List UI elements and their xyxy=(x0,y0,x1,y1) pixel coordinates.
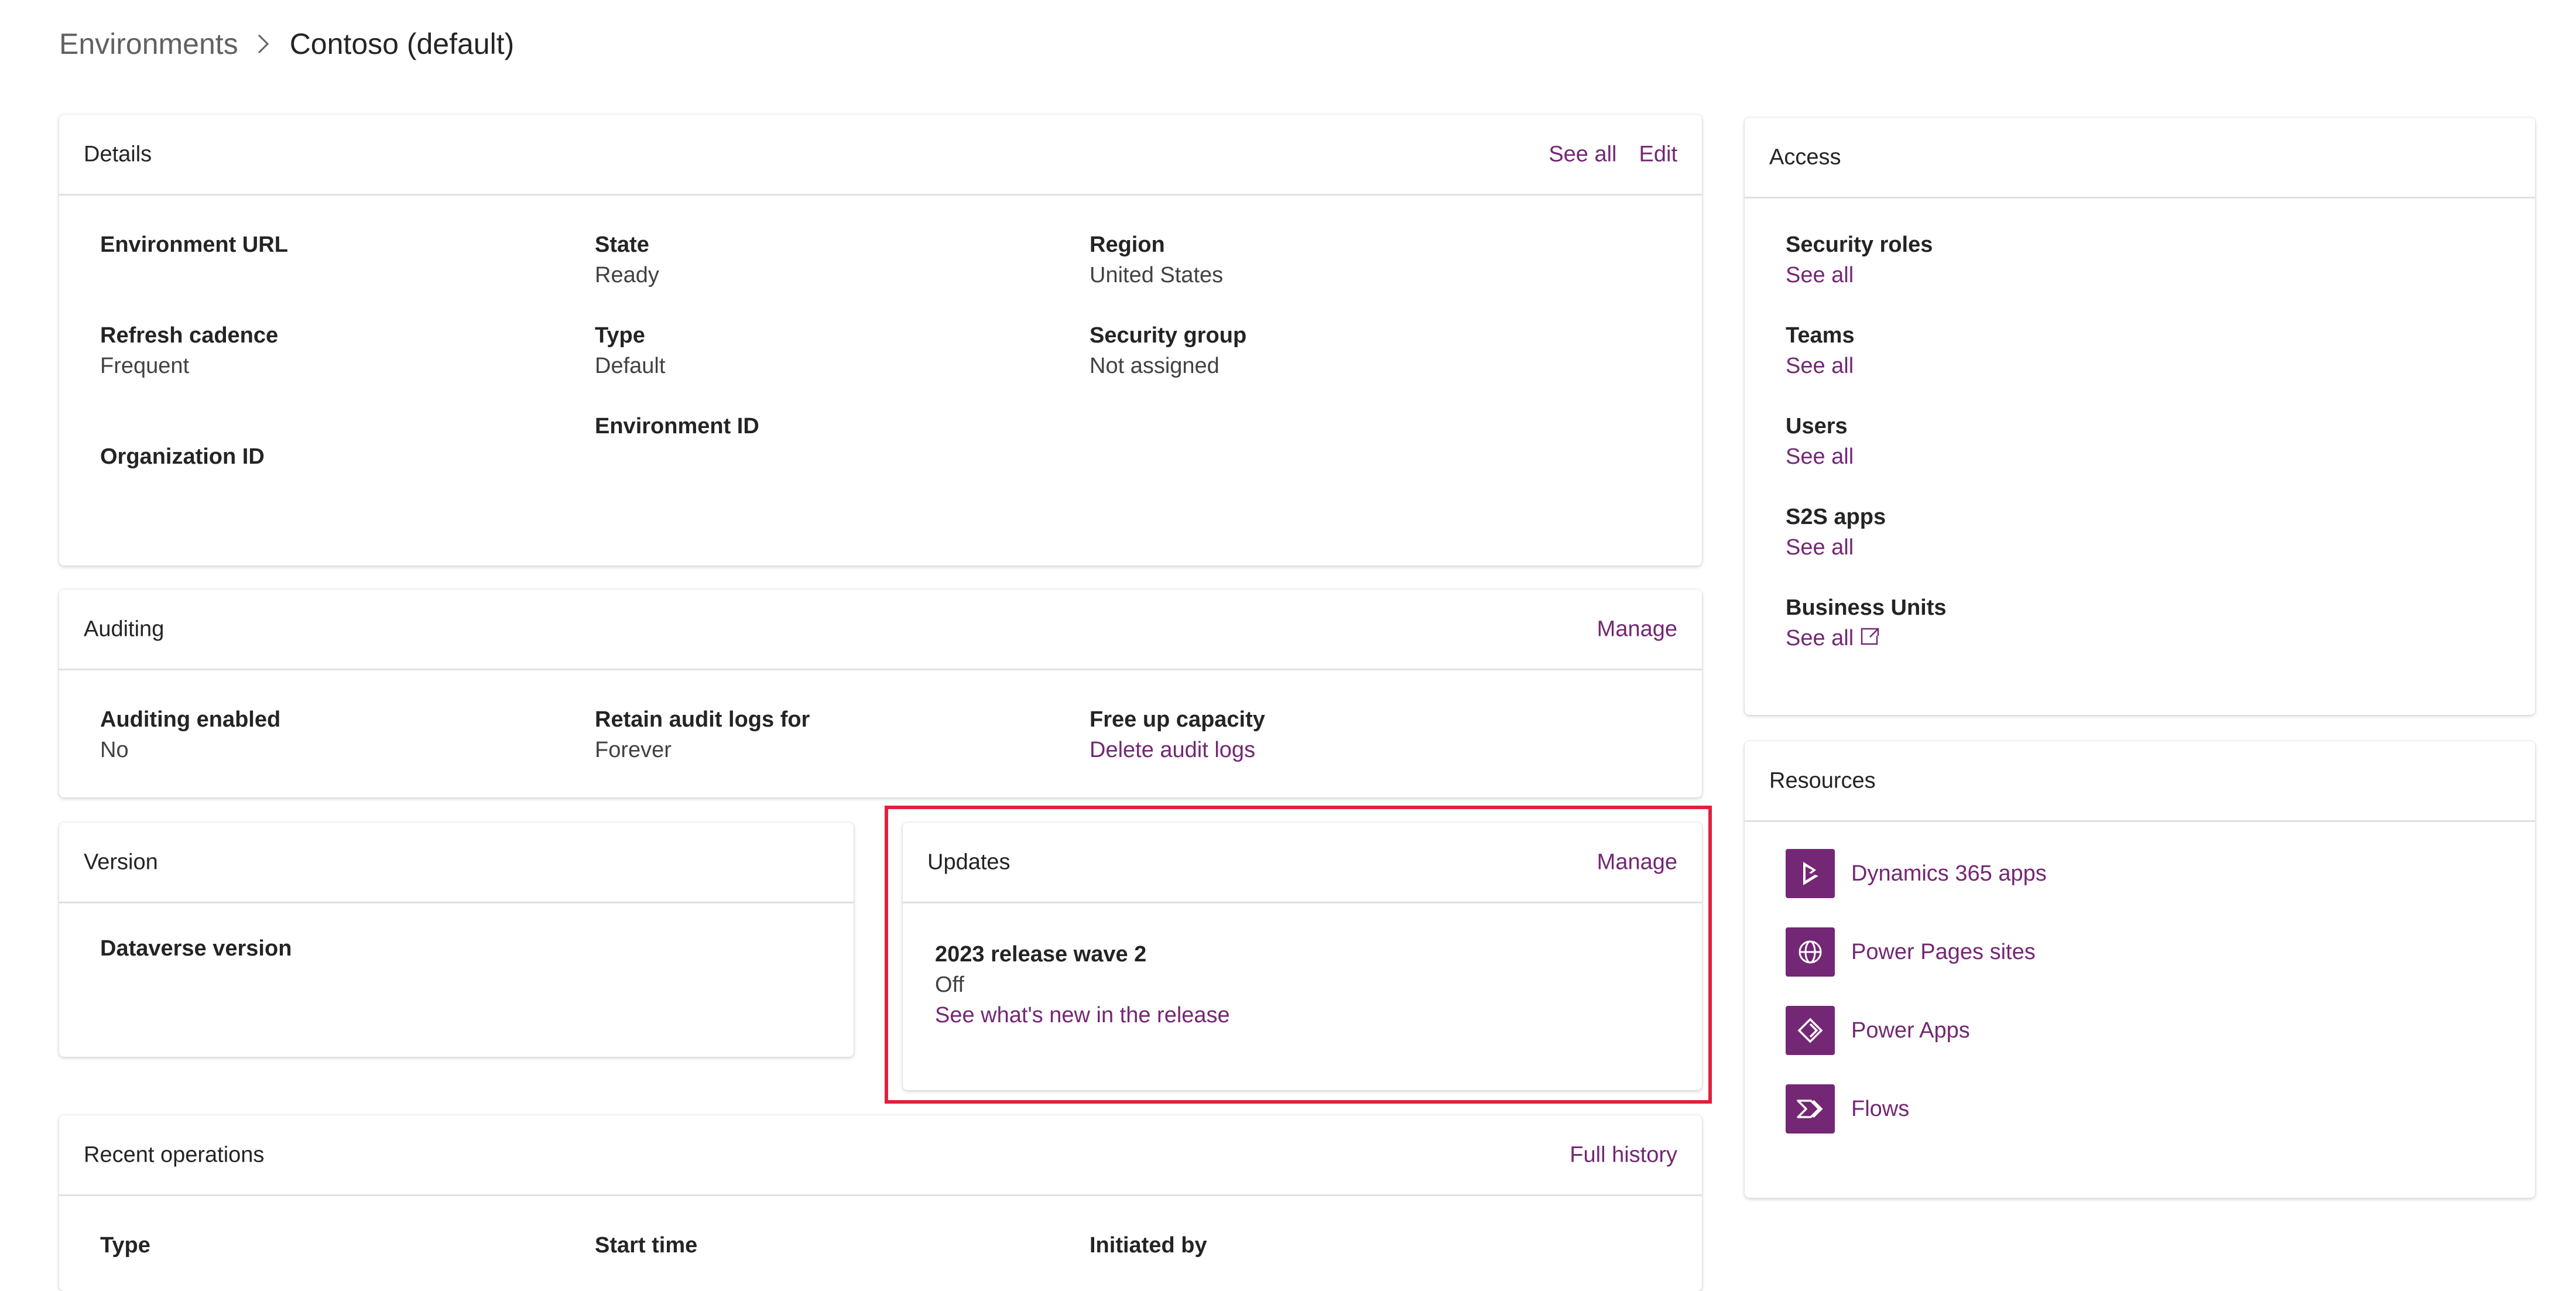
flows-icon xyxy=(1786,1084,1835,1134)
globe-icon xyxy=(1786,927,1835,977)
details-card-title: Details xyxy=(84,142,152,166)
type-label: Type xyxy=(595,323,645,348)
security-group-value: Not assigned xyxy=(1090,354,1220,378)
auditing-card-actions: Manage xyxy=(1597,617,1677,642)
access-item-security-roles: Security roles See all xyxy=(1786,230,1933,290)
column-header-initiated-by: Initiated by xyxy=(1090,1233,1207,1258)
details-see-all-link[interactable]: See all xyxy=(1549,142,1616,167)
dataverse-version-field: Dataverse version xyxy=(100,933,292,964)
organization-id-label: Organization ID xyxy=(100,444,265,469)
resources-card: Resources Dynamics 365 apps Power Pages … xyxy=(1745,741,2535,1198)
recent-operations-card-header: Recent operations Full history xyxy=(59,1115,1702,1196)
state-value: Ready xyxy=(595,263,659,287)
s2s-apps-see-all-link[interactable]: See all xyxy=(1786,532,1886,563)
column-header-start-time: Start time xyxy=(595,1233,698,1258)
resource-label: Power Apps xyxy=(1851,1018,1970,1043)
recent-operations-card: Recent operations Full history Type Star… xyxy=(59,1115,1702,1291)
breadcrumb-environments-link[interactable]: Environments xyxy=(59,27,238,61)
retain-audit-logs-value: Forever xyxy=(595,738,672,762)
region-label: Region xyxy=(1090,232,1165,257)
refresh-cadence-value: Frequent xyxy=(100,354,190,378)
auditing-enabled-field: Auditing enabled No xyxy=(100,704,280,765)
business-units-link-row: See all xyxy=(1786,623,1947,655)
business-units-see-all-link[interactable]: See all xyxy=(1786,626,1854,650)
delete-audit-logs-link[interactable]: Delete audit logs xyxy=(1090,735,1265,765)
environment-id-field: Environment ID xyxy=(595,411,759,441)
refresh-cadence-field: Refresh cadence Frequent xyxy=(100,320,278,381)
access-card-title: Access xyxy=(1769,145,1841,169)
resources-card-header: Resources xyxy=(1745,741,2535,822)
state-label: State xyxy=(595,232,649,257)
dataverse-version-label: Dataverse version xyxy=(100,936,292,961)
version-card-title: Version xyxy=(84,850,158,874)
auditing-enabled-label: Auditing enabled xyxy=(100,707,281,732)
resource-label: Power Pages sites xyxy=(1851,939,2036,964)
updates-highlight-box xyxy=(885,806,1712,1104)
type-field: Type Default xyxy=(595,320,665,381)
access-item-s2s-apps: S2S apps See all xyxy=(1786,502,1886,563)
refresh-cadence-label: Refresh cadence xyxy=(100,323,279,348)
access-item-teams: Teams See all xyxy=(1786,320,1855,381)
access-item-label: Users xyxy=(1786,414,1848,439)
auditing-manage-link[interactable]: Manage xyxy=(1597,617,1677,642)
resource-flows[interactable]: Flows xyxy=(1786,1084,1909,1134)
type-value: Default xyxy=(595,354,666,378)
access-item-users: Users See all xyxy=(1786,411,1854,472)
open-in-new-window-icon[interactable] xyxy=(1859,624,1880,655)
column-header-type: Type xyxy=(100,1233,150,1258)
resource-label: Flows xyxy=(1851,1096,1910,1121)
details-card-actions: See all Edit xyxy=(1549,142,1677,167)
auditing-card-header: Auditing Manage xyxy=(59,590,1702,670)
security-group-label: Security group xyxy=(1090,323,1247,348)
security-roles-see-all-link[interactable]: See all xyxy=(1786,260,1933,290)
environment-id-label: Environment ID xyxy=(595,414,759,439)
free-up-capacity-field: Free up capacity Delete audit logs xyxy=(1090,704,1265,765)
retain-audit-logs-field: Retain audit logs for Forever xyxy=(595,704,810,765)
organization-id-field: Organization ID xyxy=(100,441,265,472)
access-card-header: Access xyxy=(1745,118,2535,198)
recent-operations-card-title: Recent operations xyxy=(84,1142,265,1167)
power-apps-icon xyxy=(1786,1006,1835,1055)
free-up-capacity-label: Free up capacity xyxy=(1090,707,1265,732)
access-item-label: Business Units xyxy=(1786,595,1947,620)
resource-power-pages-sites[interactable]: Power Pages sites xyxy=(1786,927,2036,977)
access-card: Access Security roles See all Teams See … xyxy=(1745,118,2535,715)
auditing-card-title: Auditing xyxy=(84,617,165,641)
teams-see-all-link[interactable]: See all xyxy=(1786,351,1855,381)
access-item-business-units: Business Units See all xyxy=(1786,593,1947,655)
resources-card-title: Resources xyxy=(1769,768,1876,793)
environment-url-label: Environment URL xyxy=(100,232,288,257)
version-card: Version Dataverse version xyxy=(59,823,854,1057)
resource-label: Dynamics 365 apps xyxy=(1851,861,2047,886)
access-item-label: Security roles xyxy=(1786,232,1933,257)
region-value: United States xyxy=(1090,263,1224,287)
access-item-label: Teams xyxy=(1786,323,1855,348)
details-edit-link[interactable]: Edit xyxy=(1639,142,1677,167)
resource-power-apps[interactable]: Power Apps xyxy=(1786,1006,1970,1055)
region-field: Region United States xyxy=(1090,230,1223,290)
users-see-all-link[interactable]: See all xyxy=(1786,441,1854,472)
auditing-card: Auditing Manage Auditing enabled No Reta… xyxy=(59,590,1702,797)
chevron-right-icon xyxy=(257,33,270,54)
retain-audit-logs-label: Retain audit logs for xyxy=(595,707,810,732)
environment-url-field: Environment URL xyxy=(100,230,288,260)
version-card-header: Version xyxy=(59,823,854,903)
state-field: State Ready xyxy=(595,230,659,290)
recent-operations-card-actions: Full history xyxy=(1570,1142,1677,1167)
details-card: Details See all Edit Environment URL Sta… xyxy=(59,115,1702,566)
page-title: Contoso (default) xyxy=(289,28,515,60)
resource-dynamics-365-apps[interactable]: Dynamics 365 apps xyxy=(1786,849,2047,898)
auditing-enabled-value: No xyxy=(100,738,129,762)
dynamics-365-icon xyxy=(1786,849,1835,898)
details-card-header: Details See all Edit xyxy=(59,115,1702,196)
full-history-link[interactable]: Full history xyxy=(1570,1142,1677,1167)
security-group-field: Security group Not assigned xyxy=(1090,320,1246,381)
breadcrumb: Environments Contoso (default) xyxy=(59,27,514,61)
access-item-label: S2S apps xyxy=(1786,505,1886,529)
